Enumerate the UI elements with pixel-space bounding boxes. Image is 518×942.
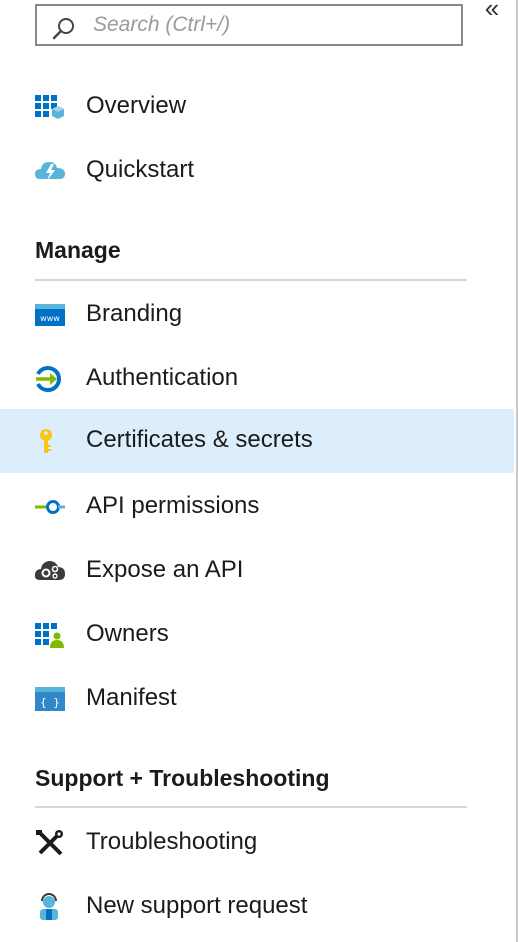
nav-item-branding[interactable]: www Branding bbox=[0, 283, 514, 347]
nav-item-quickstart[interactable]: Quickstart bbox=[0, 139, 514, 203]
nav-item-overview[interactable]: Overview bbox=[0, 75, 514, 139]
nav-item-label: New support request bbox=[86, 892, 308, 919]
api-permissions-icon bbox=[34, 493, 66, 521]
search-icon bbox=[52, 18, 74, 40]
nav-item-label: Certificates & secrets bbox=[86, 426, 313, 453]
owners-icon bbox=[34, 621, 66, 649]
manifest-braces-icon: { } bbox=[34, 685, 66, 713]
nav-item-owners[interactable]: Owners bbox=[0, 603, 514, 667]
nav-item-label: Quickstart bbox=[86, 156, 195, 183]
nav-item-label: Authentication bbox=[86, 364, 239, 391]
nav-item-manifest[interactable]: { } Manifest bbox=[0, 667, 514, 731]
nav-item-new-support-request[interactable]: New support request bbox=[0, 875, 514, 939]
svg-text:www: www bbox=[40, 314, 60, 323]
wrench-screwdriver-icon bbox=[34, 829, 66, 857]
navigation-panel: « Overview Quickstart Manage bbox=[0, 0, 518, 942]
nav-item-label: Owners bbox=[86, 620, 169, 647]
www-icon: www bbox=[34, 301, 66, 329]
nav-item-label: Branding bbox=[86, 300, 183, 327]
search-box[interactable] bbox=[35, 4, 463, 46]
nav-item-troubleshooting[interactable]: Troubleshooting bbox=[0, 811, 514, 875]
nav-item-expose-an-api[interactable]: Expose an API bbox=[0, 539, 514, 603]
nav-item-api-permissions[interactable]: API permissions bbox=[0, 475, 514, 539]
nav-item-authentication[interactable]: Authentication bbox=[0, 347, 514, 411]
nav-item-label: Overview bbox=[86, 92, 187, 119]
section-divider bbox=[35, 279, 467, 281]
nav-item-label: Expose an API bbox=[86, 556, 244, 583]
nav-item-label: Manifest bbox=[86, 684, 177, 711]
section-divider bbox=[35, 806, 467, 808]
key-icon bbox=[34, 427, 66, 455]
search-input[interactable] bbox=[93, 6, 453, 44]
quickstart-cloud-icon bbox=[34, 157, 66, 185]
nav-item-certificates-secrets[interactable]: Certificates & secrets bbox=[0, 409, 514, 473]
nav-item-label: API permissions bbox=[86, 492, 260, 519]
section-heading-manage: Manage bbox=[35, 237, 121, 263]
authentication-icon bbox=[34, 365, 66, 393]
cloud-gear-icon bbox=[34, 557, 66, 585]
section-heading-support-troubleshooting: Support + Troubleshooting bbox=[35, 765, 330, 791]
collapse-panel-icon[interactable]: « bbox=[478, 0, 506, 22]
nav-item-label: Troubleshooting bbox=[86, 828, 258, 855]
svg-text:{ }: { } bbox=[40, 696, 60, 709]
support-person-icon bbox=[34, 893, 66, 921]
overview-grid-icon bbox=[34, 93, 66, 121]
